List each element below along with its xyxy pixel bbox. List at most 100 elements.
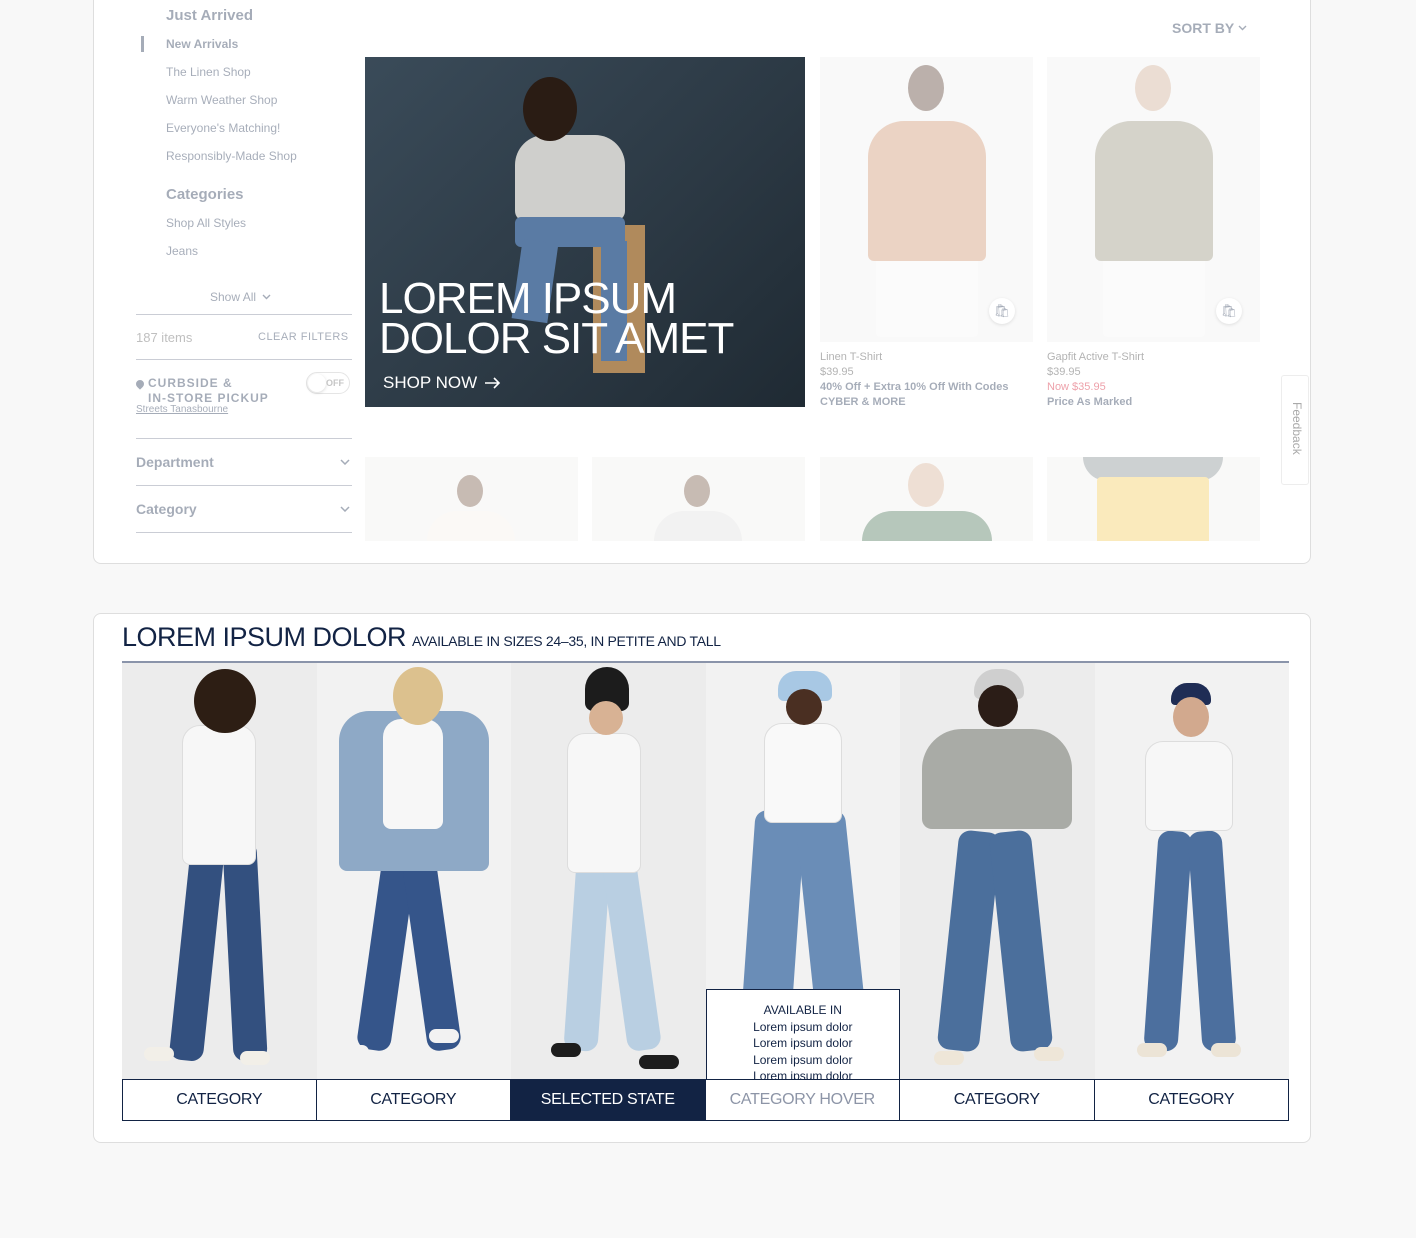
category-tile[interactable]: CATEGORY [316,663,511,1121]
pickup-label-line1: CURBSIDE & [148,376,233,390]
category-tile-hover[interactable]: AVAILABLE IN Lorem ipsum dolor Lorem ips… [705,663,900,1121]
shop-now-label: SHOP NOW [383,373,478,392]
clear-filters-button[interactable]: CLEAR FILTERS [258,331,349,343]
add-to-bag-icon[interactable]: 🛍 [989,298,1015,324]
model-image-part [338,1045,369,1059]
product-image-part [876,257,978,337]
hover-panel: AVAILABLE IN Lorem ipsum dolor Lorem ips… [705,989,900,1079]
pickup-option: CURBSIDE & IN-STORE PICKUP [134,376,269,406]
category-tile-image [316,663,511,1079]
facet-label: Category [136,501,197,517]
sidebar-link-new-arrivals[interactable]: New Arrivals [166,37,238,51]
product-name[interactable]: Gapfit Active T-Shirt [1047,350,1144,365]
category-tiles: CATEGORY CATEGORY SELECTED STATE AVAILAB… [122,663,1289,1121]
model-image-part [589,701,623,735]
facet-category[interactable]: Category [136,501,350,517]
sidebar-link-jeans[interactable]: Jeans [166,244,198,258]
category-tile-label: CATEGORY [122,1079,317,1121]
show-all-button[interactable]: Show All [210,290,271,304]
product-image-part [908,65,944,111]
model-image-part [144,1047,174,1061]
product-info: Linen T-Shirt $39.95 40% Off + Extra 10%… [820,350,1008,410]
model-image-part [194,669,256,733]
active-indicator [141,36,144,52]
product-thumb[interactable] [592,457,805,541]
sidebar-link-warm-weather[interactable]: Warm Weather Shop [166,93,277,107]
product-image-part [427,511,515,541]
sort-by-label: SORT BY [1172,20,1235,36]
category-tile-image [511,663,706,1079]
hover-panel-line[interactable]: Lorem ipsum dolor [753,1019,852,1036]
sidebar-link-everyones-matching[interactable]: Everyone's Matching! [166,121,280,135]
product-image-part [1103,257,1205,337]
sidebar-link-responsibly-made[interactable]: Responsibly-Made Shop [166,149,297,163]
feedback-label: Feedback [1290,402,1304,455]
sidebar-link-shop-all[interactable]: Shop All Styles [166,216,246,230]
arrow-right-icon [485,377,501,389]
store-link[interactable]: Streets Tanasbourne [136,404,228,415]
section-title-main: LOREM IPSUM DOLOR [122,622,407,652]
product-image-part [868,121,986,261]
category-tile-label: CATEGORY HOVER [705,1079,900,1121]
hero-banner[interactable]: LOREM IPSUM DOLOR SIT AMET SHOP NOW [365,57,805,407]
model-image-part [1210,1043,1241,1057]
product-name[interactable]: Linen T-Shirt [820,350,1008,365]
model-image-part [551,1043,581,1057]
chevron-down-icon [262,294,271,300]
sort-by-button[interactable]: SORT BY [1172,20,1247,36]
product-image-part [908,463,944,507]
category-tile-label: SELECTED STATE [511,1079,706,1121]
product-listing-card: Just Arrived New Arrivals The Linen Shop… [93,0,1311,564]
category-tile[interactable]: CATEGORY [122,663,317,1121]
model-image-part [763,723,842,823]
divider [136,438,352,439]
category-tile-selected[interactable]: SELECTED STATE [511,663,706,1121]
facet-label: Department [136,454,214,470]
divider [136,485,352,486]
product-image-part [1095,121,1213,261]
feedback-tab[interactable]: Feedback [1281,375,1309,485]
product-thumb[interactable] [820,457,1033,541]
items-count: 187 items [136,330,193,345]
divider [136,532,352,533]
hero-title-line1: LOREM IPSUM [379,274,677,323]
product-card-image[interactable]: 🛍 [820,57,1033,342]
categories-heading: Categories [166,186,244,203]
model-image-part [222,840,268,1062]
product-image-part [1135,65,1171,111]
hero-title-line2: DOLOR SIT AMET [379,314,734,363]
product-card-image[interactable]: 🛍 [1047,57,1260,342]
hover-panel-line[interactable]: Lorem ipsum dolor [753,1052,852,1069]
divider [136,359,352,360]
product-image-part [1097,477,1209,541]
model-image-part [785,689,822,725]
model-image-part [168,839,226,1063]
category-tile[interactable]: CATEGORY [900,663,1095,1121]
model-image-part [182,725,256,865]
divider [136,314,352,315]
category-tile-image [122,663,317,1079]
product-thumb[interactable] [1047,457,1260,541]
sidebar-link-linen-shop[interactable]: The Linen Shop [166,65,251,79]
category-tile-label: CATEGORY [1094,1079,1289,1121]
add-to-bag-icon[interactable]: 🛍 [1216,298,1242,324]
section-title: LOREM IPSUM DOLOR AVAILABLE IN SIZES 24–… [122,622,721,653]
hover-panel-line[interactable]: Lorem ipsum dolor [753,1068,852,1079]
category-tile[interactable]: CATEGORY [1094,663,1289,1121]
product-promo: 40% Off + Extra 10% Off With Codes [820,381,1009,393]
model-image-part [1136,1043,1167,1057]
product-promo: Price As Marked [1047,396,1133,408]
location-pin-icon [134,378,146,390]
hero-image-figure [523,77,577,141]
product-price: $39.95 [820,366,854,378]
model-image-part [428,1029,459,1043]
facet-department[interactable]: Department [136,454,350,470]
model-image-part [988,829,1054,1053]
shop-now-link[interactable]: SHOP NOW [383,373,501,393]
section-subtitle: AVAILABLE IN SIZES 24–35, IN PETITE AND … [412,633,721,649]
pickup-toggle[interactable]: OFF [306,372,350,394]
product-image-part [684,475,710,507]
product-thumb[interactable] [365,457,578,541]
hover-panel-heading: AVAILABLE IN [763,1003,842,1017]
hover-panel-line[interactable]: Lorem ipsum dolor [753,1035,852,1052]
